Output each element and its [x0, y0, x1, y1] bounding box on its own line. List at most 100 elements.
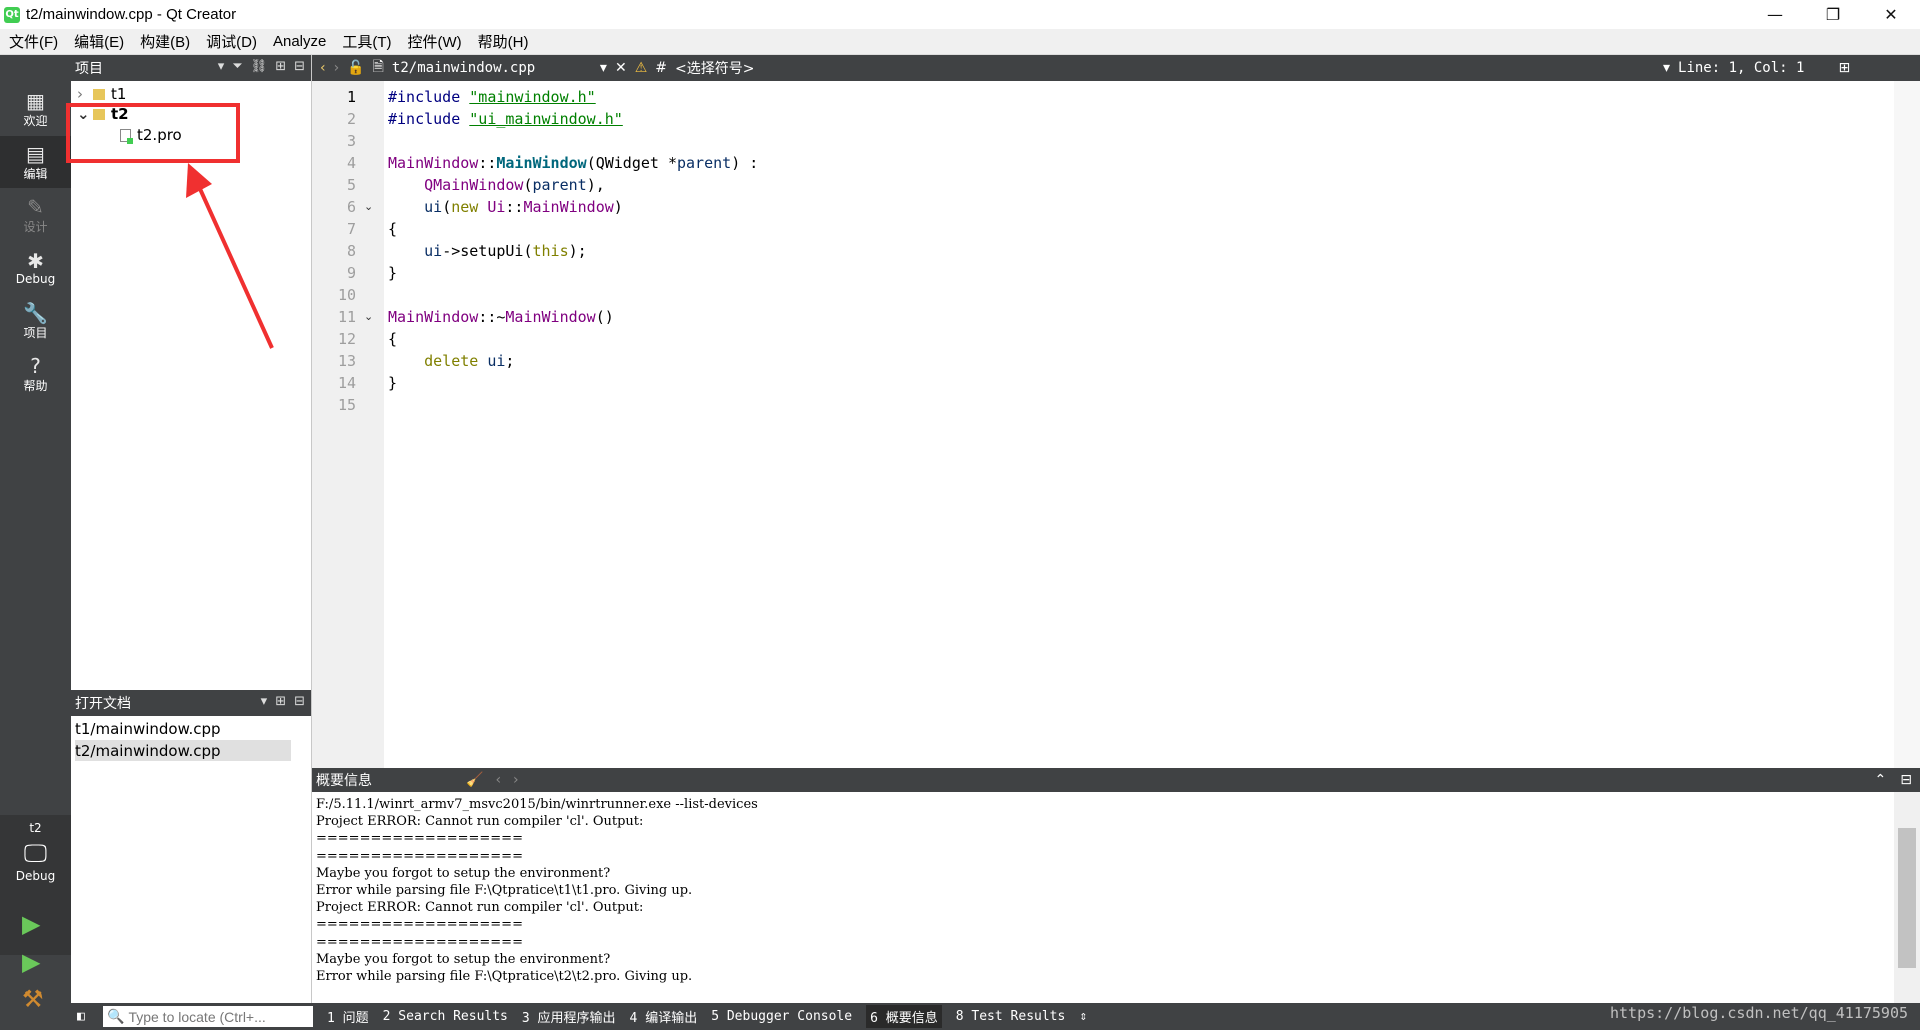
code-line: { — [388, 328, 397, 350]
code-token: "ui_mainwindow.h" — [469, 110, 623, 128]
editor-toolbar: ‹ › 🔓 🗎 t2/mainwindow.cpp ▾ ✕ ⚠ # <选择符号>… — [312, 55, 1920, 81]
code-token: } — [388, 374, 398, 392]
scrollbar-thumb[interactable] — [1898, 828, 1916, 968]
output-line: =================== — [316, 917, 523, 933]
output-line: Maybe you forgot to setup the environmen… — [316, 951, 611, 967]
maximize-pane-icon[interactable]: ⌃ — [1875, 772, 1887, 788]
code-token: ); — [568, 242, 587, 260]
clear-output-icon[interactable]: 🧹 — [466, 772, 483, 788]
symbol-selector[interactable]: <选择符号> — [675, 58, 1655, 78]
editor-scrollbar[interactable] — [1894, 81, 1920, 768]
tab-app-output[interactable]: 3 应用程序输出 — [522, 1007, 616, 1026]
cursor-position: Line: 1, Col: 1 — [1678, 60, 1805, 76]
minimize-button[interactable]: — — [1746, 0, 1804, 29]
output-scrollbar[interactable] — [1894, 792, 1920, 1003]
output-pane: F:/5.11.1/winrt_armv7_msvc2015/bin/winrt… — [312, 792, 1894, 1003]
tab-test-results[interactable]: 8 Test Results — [956, 1009, 1066, 1024]
line-number: 11 — [337, 308, 356, 326]
code-token: * — [667, 154, 677, 172]
menu-widgets[interactable]: 控件(W) — [408, 31, 462, 52]
open-documents-pane: 打开文档 ▾ ⊞ ⊟ t1/mainwindow.cpp t2/mainwind… — [71, 690, 312, 1003]
tab-general-messages[interactable]: 6 概要信息 — [866, 1005, 942, 1028]
close-pane-icon[interactable]: ⊟ — [294, 694, 305, 709]
fold-chevron-icon[interactable]: ⌄ — [364, 196, 373, 218]
output-line: F:/5.11.1/winrt_armv7_msvc2015/bin/winrt… — [316, 797, 758, 812]
line-number: 15 — [337, 396, 356, 414]
back-arrow-icon[interactable]: ‹ — [320, 60, 326, 76]
document-icon: 🗎 — [372, 59, 384, 75]
code-token: :: — [505, 198, 524, 216]
output-line: =================== — [316, 848, 523, 864]
line-number: 5 — [346, 176, 356, 194]
code-token: ui — [424, 198, 443, 216]
line-number: 7 — [346, 220, 356, 238]
restore-button[interactable]: ❐ — [1804, 0, 1862, 29]
open-document-item[interactable]: t2/mainwindow.cpp — [75, 740, 291, 761]
more-tabs-icon[interactable]: ⇕ — [1079, 1009, 1087, 1024]
chevron-down-icon[interactable]: ▾ — [600, 60, 607, 76]
dropdown-icon[interactable]: ▾ — [261, 694, 268, 709]
code-line: { — [388, 218, 397, 240]
locator-placeholder: Type to locate (Ctrl+... — [128, 1008, 266, 1025]
output-pane-header: 概要信息 🧹 ‹ › ⌃ ⊟ — [312, 768, 1920, 792]
tab-compile-output[interactable]: 4 编译输出 — [630, 1007, 698, 1026]
debug-run-icon[interactable]: ▶ — [22, 948, 50, 976]
previous-icon[interactable]: ‹ — [495, 772, 501, 788]
build-hammer-icon[interactable]: ⚒ — [22, 985, 50, 1013]
code-token: parent — [532, 176, 587, 194]
code-token: () — [595, 308, 614, 326]
editor-file-combo[interactable]: t2/mainwindow.cpp — [392, 60, 592, 76]
kit-project: t2 — [29, 821, 42, 835]
code-token: ::~ — [478, 308, 506, 326]
tab-search-results[interactable]: 2 Search Results — [383, 1009, 508, 1024]
open-document-item[interactable]: t1/mainwindow.cpp — [75, 718, 291, 739]
code-line: #include "mainwindow.h" — [388, 86, 596, 108]
code-line: #include "ui_mainwindow.h" — [388, 108, 623, 130]
split-icon[interactable]: ⊞ — [275, 694, 286, 709]
code-token: Ui — [487, 198, 506, 216]
code-token: :: — [478, 154, 497, 172]
split-icon[interactable]: ⊞ — [1838, 60, 1850, 76]
menu-tools[interactable]: 工具(T) — [342, 31, 391, 52]
output-line: =================== — [316, 934, 523, 950]
line-number: 6 — [346, 198, 356, 216]
code-token: MainWindow — [523, 198, 614, 216]
code-line: } — [388, 372, 397, 394]
code-line: MainWindow::MainWindow(QWidget *parent) … — [388, 152, 758, 174]
code-token: delete — [424, 352, 479, 370]
forward-arrow-icon[interactable]: › — [334, 60, 340, 76]
code-token: { — [388, 220, 398, 238]
sidebar-toggle-icon[interactable]: ◧ — [77, 1009, 85, 1024]
code-token: { — [388, 330, 398, 348]
close-document-icon[interactable]: ✕ — [615, 60, 627, 76]
fold-chevron-icon[interactable]: ⌄ — [364, 306, 373, 328]
line-number: 9 — [346, 264, 356, 282]
tab-issues[interactable]: 1 问题 — [327, 1007, 369, 1026]
close-pane-icon[interactable]: ⊟ — [1900, 772, 1912, 788]
locator-input[interactable]: 🔍 Type to locate (Ctrl+... — [103, 1006, 313, 1027]
code-token: parent — [677, 154, 732, 172]
tab-debugger-console[interactable]: 5 Debugger Console — [711, 1009, 852, 1024]
line-number: 3 — [346, 132, 356, 150]
code-token: ( — [523, 176, 533, 194]
open-documents-title: 打开文档 — [75, 696, 131, 712]
code-token: ui — [424, 242, 443, 260]
code-token: ), — [586, 176, 605, 194]
chevron-down-icon[interactable]: ▾ — [1663, 60, 1670, 76]
mode-label: 帮助 — [23, 378, 48, 393]
search-icon: 🔍 — [107, 1008, 125, 1024]
run-icon[interactable]: ▶ — [22, 910, 50, 938]
code-line: ui->setupUi(this); — [388, 240, 587, 262]
code-editor[interactable]: #include "mainwindow.h" #include "ui_main… — [384, 81, 1894, 768]
line-number-gutter: 1 2 3 4 5 6 ⌄ 7 8 9 10 11 ⌄ 12 13 14 15 — [312, 81, 384, 768]
code-token: ) — [613, 198, 623, 216]
code-token: #include — [388, 110, 470, 128]
code-line: MainWindow::~MainWindow() — [388, 306, 614, 328]
warning-icon: ⚠ — [634, 60, 648, 76]
close-button[interactable]: ✕ — [1862, 0, 1920, 29]
menu-help[interactable]: 帮助(H) — [478, 31, 529, 52]
code-token: ) : — [731, 154, 759, 172]
next-icon[interactable]: › — [513, 772, 519, 788]
